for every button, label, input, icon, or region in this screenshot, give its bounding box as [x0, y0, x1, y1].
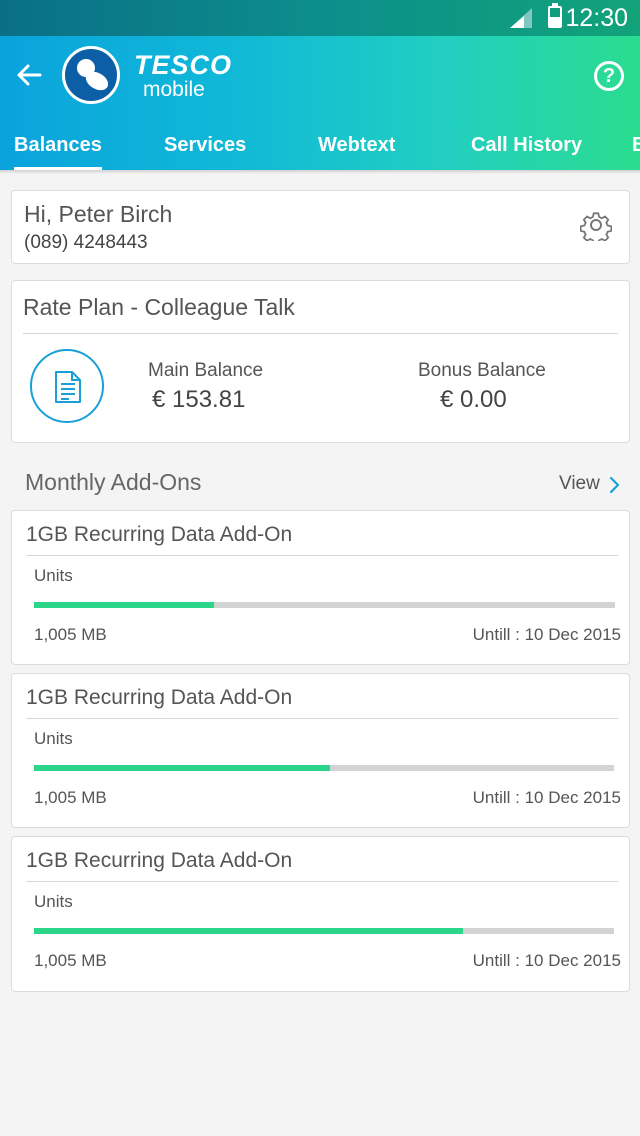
section-title: Monthly Add-Ons	[25, 469, 202, 495]
rate-plan-card: Rate Plan - Colleague Talk Main Balance …	[11, 280, 630, 443]
usage-progress-fill	[34, 928, 464, 934]
units-label: Units	[34, 729, 73, 748]
addon-expiry: Untill : 10 Dec 2015	[472, 788, 621, 807]
units-label: Units	[34, 892, 73, 911]
document-icon	[55, 371, 81, 403]
main-balance-label: Main Balance	[148, 360, 264, 381]
status-time: 12:30	[565, 4, 628, 32]
addon-card[interactable]: 1GB Recurring Data Add-On Units 1,005 MB…	[11, 836, 630, 992]
usage-progress-bar	[34, 928, 614, 934]
addon-title: 1GB Recurring Data Add-On	[26, 686, 293, 709]
signal-icon	[510, 8, 532, 28]
tab-bar: Balances Services Webtext Call History B	[0, 128, 640, 170]
logo-wordmark: TESCO	[134, 50, 233, 80]
rate-plan-badge	[30, 349, 104, 423]
account-card: Hi, Peter Birch (089) 4248443	[11, 190, 630, 264]
bonus-balance-label: Bonus Balance	[418, 360, 546, 381]
battery-icon	[548, 3, 562, 28]
tab-overflow[interactable]: B	[632, 134, 640, 157]
addon-title: 1GB Recurring Data Add-On	[26, 849, 293, 872]
usage-progress-fill	[34, 765, 330, 771]
tab-call-history[interactable]: Call History	[471, 134, 582, 157]
tesco-logo-icon	[62, 46, 120, 104]
addon-title: 1GB Recurring Data Add-On	[26, 523, 293, 546]
addon-expiry: Untill : 10 Dec 2015	[472, 951, 621, 970]
usage-progress-bar	[34, 602, 615, 608]
phone-number: (089) 4248443	[24, 232, 148, 253]
usage-progress-fill	[34, 602, 215, 608]
bonus-balance-value: € 0.00	[440, 386, 507, 413]
addon-card[interactable]: 1GB Recurring Data Add-On Units 1,005 MB…	[11, 673, 630, 828]
view-link[interactable]: View	[559, 473, 600, 495]
addon-card[interactable]: 1GB Recurring Data Add-On Units 1,005 MB…	[11, 510, 630, 665]
addon-amount: 1,005 MB	[34, 788, 107, 807]
units-label: Units	[34, 566, 73, 585]
logo-subtitle: mobile	[143, 78, 205, 101]
main-balance-value: € 153.81	[152, 386, 246, 413]
gear-icon[interactable]	[580, 209, 612, 241]
chevron-right-icon[interactable]	[609, 476, 621, 494]
app-header: 12:30 TESCO mobile ? Balances Services W…	[0, 0, 640, 170]
help-icon[interactable]: ?	[594, 61, 624, 91]
addon-amount: 1,005 MB	[34, 625, 107, 644]
addon-expiry: Untill : 10 Dec 2015	[472, 625, 621, 644]
usage-progress-bar	[34, 765, 614, 771]
tab-balances[interactable]: Balances	[14, 134, 102, 170]
status-bar: 12:30	[0, 0, 640, 36]
tab-services[interactable]: Services	[164, 134, 246, 157]
tab-webtext[interactable]: Webtext	[318, 134, 395, 157]
back-arrow-icon[interactable]	[14, 60, 44, 90]
addon-amount: 1,005 MB	[34, 951, 107, 970]
divider	[23, 333, 618, 334]
rate-plan-title: Rate Plan - Colleague Talk	[23, 294, 295, 320]
greeting: Hi, Peter Birch	[24, 201, 173, 227]
